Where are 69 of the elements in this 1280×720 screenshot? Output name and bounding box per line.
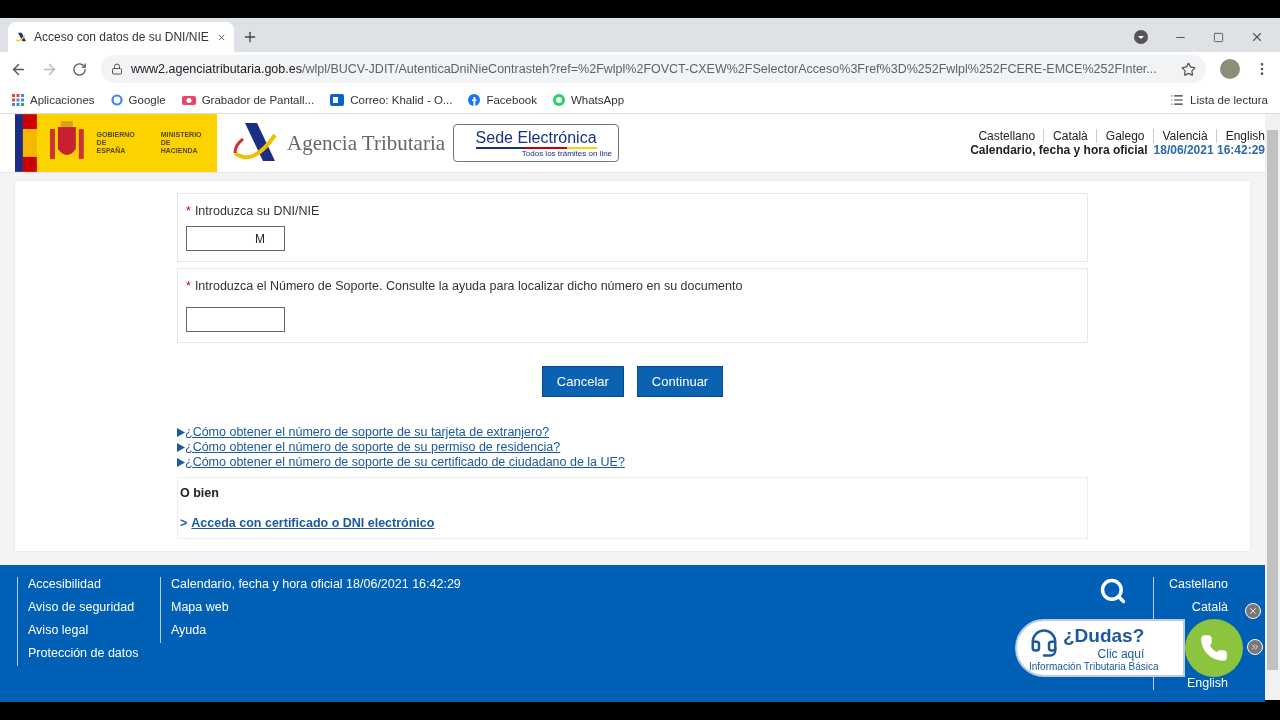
restore-icon[interactable]: [1213, 31, 1224, 43]
agency-name: Agencia Tributaria: [287, 130, 446, 156]
widget-title: ¿Dudas?: [1063, 624, 1145, 647]
scrollbar[interactable]: [1265, 114, 1280, 700]
clock-label: Calendario, fecha y hora oficial: [970, 143, 1148, 157]
agency-logo-icon: [16, 31, 26, 43]
help-link[interactable]: ¿Cómo obtener el número de soporte de su permiso de residencia?: [185, 440, 561, 454]
footer-link[interactable]: Protección de datos: [28, 646, 160, 660]
footer-link[interactable]: Mapa web: [171, 600, 560, 614]
field-label: * Introduzca el Número de Soporte. Consulte la ayuda para localizar dicho número en su documento: [186, 279, 744, 293]
footer-link[interactable]: Aviso legal: [28, 623, 160, 637]
field-label: * Introduzca su DNI/NIE: [186, 204, 321, 218]
lock-icon: [111, 63, 123, 75]
url-text: www2.agenciatributaria.gob.es/wlpl/BUCV-JDIT/AutenticaDniNieContrasteh?ref=%2Fwlpl%2FOVCT-CXEW%2FSelectorAcceso%3Fref%3D%252Fwlpl%252FCERE-EMCE%252FInter...: [131, 62, 1157, 76]
close-icon[interactable]: [1250, 30, 1264, 44]
help-link[interactable]: ¿Cómo obtener el número de soporte de su certificado de ciudadano de la UE?: [185, 455, 625, 469]
address-bar[interactable]: www2.agenciatributaria.gob.es/wlpl/BUCV-JDIT/AutenticaDniNieContrasteh?ref=%2Fwlpl%2FOVCT-CXEW%2FSelectorAcceso%3Fref%3D%252Fwlpl%252FCERE-EMCE%252FInter...: [101, 55, 1206, 83]
footer-link[interactable]: Calendario, fecha y hora oficial 18/06/2021 16:42:29: [171, 577, 560, 591]
bookmark-link[interactable]: WhatsApp: [552, 93, 625, 106]
continue-button[interactable]: Continuar: [636, 366, 724, 397]
footer-language-link[interactable]: Català: [1191, 600, 1228, 614]
language-link[interactable]: Valencià: [1152, 129, 1208, 143]
footer-link[interactable]: Aviso de seguridad: [28, 600, 160, 614]
headset-icon: [1029, 627, 1059, 658]
search-icon[interactable]: [1099, 577, 1127, 605]
certificate-link[interactable]: Acceda con certificado o DNI electrónico: [191, 516, 435, 530]
bookmark-link[interactable]: Aplicaciones: [12, 93, 95, 106]
chevron-text: >: [180, 516, 188, 530]
apps-grid-icon: [12, 93, 24, 106]
close-button[interactable]: [1245, 603, 1261, 619]
bookmark-link[interactable]: Google: [110, 93, 166, 106]
flag-stripes-drawing: [15, 114, 37, 172]
agency-logo-icon: [233, 123, 277, 163]
alternative-title: O bien: [180, 486, 220, 500]
chevrons-right-icon: [1250, 642, 1260, 652]
mail-icon: [330, 93, 345, 106]
new-tab-icon[interactable]: [242, 29, 258, 45]
profile-avatar[interactable]: [1220, 59, 1240, 79]
footer-link[interactable]: Ayuda: [171, 623, 560, 637]
cancel-button[interactable]: Cancelar: [541, 366, 624, 397]
widget-action: Clic aquí: [1097, 646, 1145, 661]
bookmark-link[interactable]: Facebook: [468, 93, 537, 106]
facebook-icon: [468, 93, 481, 106]
clock-value: 18/06/2021 16:42:29: [1153, 143, 1265, 157]
phone-icon: [1200, 634, 1228, 662]
help-link[interactable]: ¿Cómo obtener el número de soporte de su tarjeta de extranjero?: [185, 425, 550, 439]
phone-button[interactable]: [1185, 619, 1243, 677]
input-field[interactable]: M: [186, 226, 285, 251]
close-icon: [1248, 606, 1258, 616]
footer-link[interactable]: Accesibilidad: [28, 577, 160, 591]
list-icon: [1170, 92, 1184, 107]
language-link[interactable]: Castellano: [969, 129, 1036, 143]
bookmark-link[interactable]: Correo: Khalid - O...: [330, 93, 453, 106]
reload-icon[interactable]: [72, 61, 87, 77]
reading-list-button[interactable]: Lista de lectura: [1170, 92, 1268, 107]
footer-language-link[interactable]: English: [1187, 676, 1228, 690]
widget-subtitle: Información Tributaria Básica: [1029, 660, 1160, 672]
input-field[interactable]: [186, 307, 285, 332]
star-icon[interactable]: [1181, 61, 1196, 77]
bookmark-link[interactable]: Grabador de Pantall...: [181, 93, 315, 106]
language-link[interactable]: Català: [1043, 129, 1088, 143]
sede-electronica-logo[interactable]: Sede Electrónica Todos los trámites on line: [453, 124, 620, 162]
camera-icon: [181, 93, 196, 106]
help-widget[interactable]: ¿Dudas? Clic aquí Información Tributaria Básica: [1015, 619, 1185, 677]
footer-language-link[interactable]: Castellano: [1168, 577, 1228, 591]
language-link[interactable]: Galego: [1095, 129, 1145, 143]
browser-tab[interactable]: Acceso con datos de su DNI/NIE: [8, 22, 234, 52]
expand-button[interactable]: [1247, 639, 1263, 655]
profile-dropdown-icon[interactable]: [1134, 30, 1148, 44]
